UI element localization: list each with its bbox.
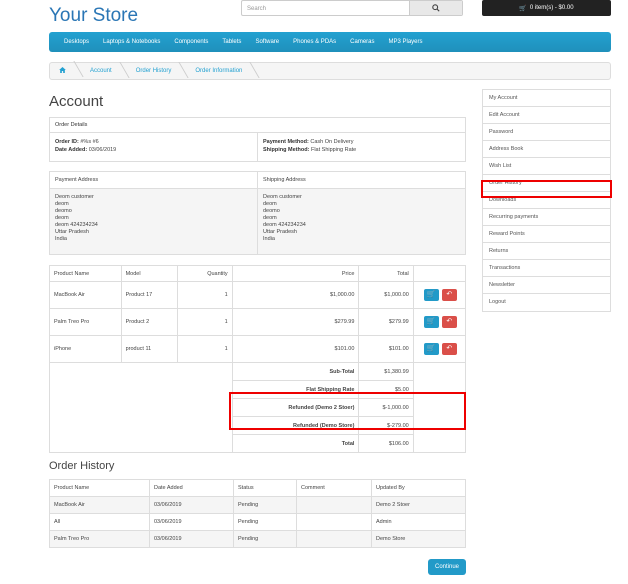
home-icon — [59, 67, 66, 73]
menu-item-desktops[interactable]: Desktops — [64, 39, 89, 45]
addresses-box: Payment Address Shipping Address Deom cu… — [49, 171, 466, 255]
cart-icon: 🛒 — [426, 291, 436, 298]
payment-address: Deom customer deom deomo deom deom 424234234… — [55, 194, 98, 242]
menu-item-laptops[interactable]: Laptops & Notebooks — [103, 39, 160, 45]
breadcrumb-order-history[interactable]: Order History — [125, 68, 185, 74]
sidebar-item-password[interactable]: Password — [483, 124, 610, 141]
order-history-title: Order History — [49, 460, 115, 472]
table-row: iPhone product 11 1 $101.00 $101.00 🛒 ↶ — [49, 335, 467, 363]
cart-label: 0 item(s) - $0.00 — [529, 5, 574, 11]
return-button[interactable]: ↶ — [441, 316, 457, 328]
search-icon — [432, 4, 440, 12]
sidebar-item-edit-account[interactable]: Edit Account — [483, 107, 610, 124]
date-added-line: Date Added: 03/06/2019 — [55, 147, 117, 153]
sidebar-item-returns[interactable]: Returns — [483, 243, 610, 260]
table-row: MacBook Air 03/06/2019 Pending Demo 2 St… — [49, 496, 466, 514]
payment-method-line: Payment Method: Cash On Delivery — [263, 139, 354, 145]
sidebar-item-address-book[interactable]: Address Book — [483, 141, 610, 158]
col-price: Price — [231, 265, 360, 282]
sidebar-item-transactions[interactable]: Transactions — [483, 260, 610, 277]
sidebar-item-reward-points[interactable]: Reward Points — [483, 226, 610, 243]
shipping-method-line: Shipping Method: Flat Shipping Rate — [263, 147, 357, 153]
page-title: Account — [49, 93, 104, 110]
totals-row: Sub-Total $1,380.99 — [49, 362, 467, 453]
breadcrumb-order-information[interactable]: Order Information — [184, 68, 255, 74]
sidebar-item-newsletter[interactable]: Newsletter — [483, 277, 610, 294]
return-button[interactable]: ↶ — [441, 289, 457, 301]
order-details-box: Order Details Order ID: #%s #6 Date Adde… — [49, 117, 466, 162]
shipping-address-header: Shipping Address — [263, 177, 306, 183]
account-sidebar: My Account Edit Account Password Address… — [482, 89, 611, 312]
search-bar: Search — [241, 0, 463, 16]
search-button[interactable] — [409, 1, 462, 15]
order-history-table: Product Name Date Added Status Comment U… — [49, 479, 466, 548]
payment-address-header: Payment Address — [55, 177, 99, 183]
breadcrumb: Account Order History Order Information — [49, 62, 611, 80]
cart-icon: 🛒 — [519, 5, 527, 12]
menu-item-cameras[interactable]: Cameras — [350, 39, 374, 45]
refund-highlight — [229, 392, 466, 430]
undo-icon: ↶ — [446, 291, 453, 298]
order-id-line: Order ID: #%s #6 — [55, 139, 99, 145]
cart-icon: 🛒 — [426, 345, 436, 352]
table-row: Palm Treo Pro 03/06/2019 Pending Demo St… — [49, 530, 466, 548]
sidebar-item-recurring[interactable]: Recurring payments — [483, 209, 610, 226]
sidebar-item-my-account[interactable]: My Account — [483, 90, 610, 107]
menu-item-components[interactable]: Components — [174, 39, 208, 45]
menu-item-phones[interactable]: Phones & PDAs — [293, 39, 336, 45]
menu-item-mp3[interactable]: MP3 Players — [389, 39, 423, 45]
continue-button[interactable]: Continue — [428, 559, 466, 575]
table-row: All 03/06/2019 Pending Admin — [49, 513, 466, 531]
sidebar-item-wish-list[interactable]: Wish List — [483, 158, 610, 175]
return-button[interactable]: ↶ — [441, 343, 457, 355]
table-row: Palm Treo Pro Product 2 1 $279.99 $279.9… — [49, 308, 467, 336]
menu-item-tablets[interactable]: Tablets — [222, 39, 241, 45]
order-details-header: Order Details — [50, 118, 465, 133]
shipping-address: Deom customer deom deomo deom deom 424234234… — [263, 194, 306, 242]
main-menu: Desktops Laptops & Notebooks Components … — [49, 32, 611, 52]
menu-item-software[interactable]: Software — [255, 39, 279, 45]
col-model: Model — [120, 265, 178, 282]
cart-icon: 🛒 — [426, 318, 436, 325]
store-logo[interactable]: Your Store — [49, 5, 138, 27]
reorder-button[interactable]: 🛒 — [423, 343, 439, 355]
reorder-button[interactable]: 🛒 — [423, 289, 439, 301]
col-total: Total — [358, 265, 414, 282]
col-product-name: Product Name — [49, 265, 122, 282]
search-input[interactable]: Search — [242, 1, 409, 15]
undo-icon: ↶ — [446, 345, 453, 352]
order-history-highlight — [481, 180, 612, 198]
cart-button[interactable]: 🛒 0 item(s) - $0.00 — [482, 0, 611, 16]
table-row: MacBook Air Product 17 1 $1,000.00 $1,00… — [49, 281, 467, 309]
col-quantity: Quantity — [176, 265, 233, 282]
reorder-button[interactable]: 🛒 — [423, 316, 439, 328]
undo-icon: ↶ — [446, 318, 453, 325]
breadcrumb-home[interactable] — [50, 67, 79, 75]
sidebar-item-logout[interactable]: Logout — [483, 294, 610, 311]
breadcrumb-account[interactable]: Account — [79, 68, 125, 74]
